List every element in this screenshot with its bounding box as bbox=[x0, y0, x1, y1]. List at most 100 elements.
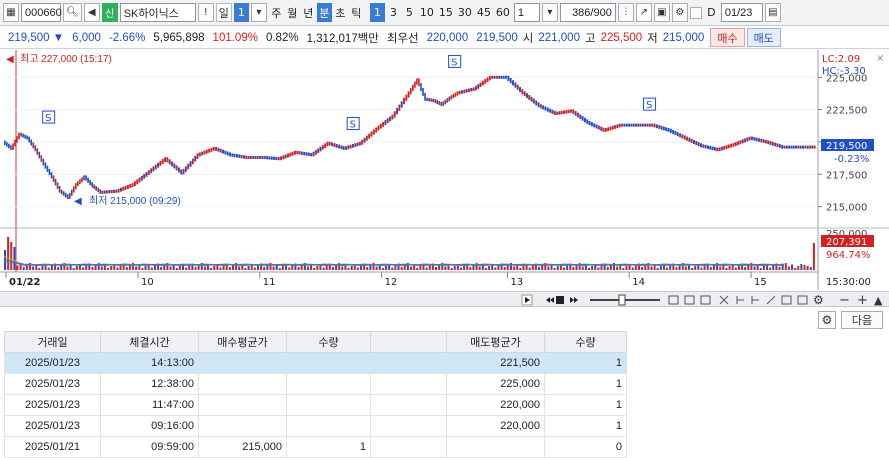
candle bbox=[284, 154, 287, 159]
calendar-icon[interactable]: ▤ bbox=[764, 3, 781, 22]
day-num-button[interactable]: 1 bbox=[233, 3, 249, 22]
cursor2-icon[interactable] bbox=[751, 296, 759, 304]
zoom-out-icon[interactable]: − bbox=[839, 293, 850, 308]
search-icon[interactable]: 🔍︎ bbox=[63, 3, 82, 22]
period-tab-1[interactable]: 월 bbox=[285, 3, 300, 22]
price-chart[interactable]: S S S S 최고 227,000 (15:17) ◀ 최저 215,000 (09… bbox=[0, 50, 889, 290]
column-header[interactable]: 거래일 bbox=[4, 331, 101, 353]
column-header[interactable]: 매도평균가 bbox=[446, 331, 545, 353]
speaker-icon[interactable]: ◀︎ bbox=[83, 3, 100, 22]
candle bbox=[372, 129, 375, 135]
candle bbox=[201, 151, 204, 156]
candle bbox=[484, 79, 487, 84]
table-row[interactable]: 2025/01/23 11:47:00 220,000 1 bbox=[4, 394, 627, 416]
candle bbox=[210, 147, 213, 152]
volume-bar bbox=[32, 266, 35, 270]
next-button[interactable]: 다음 bbox=[841, 311, 883, 329]
candle bbox=[514, 82, 517, 88]
period-tab-4[interactable]: 초 bbox=[333, 3, 348, 22]
chevron-down-icon[interactable]: ▾ bbox=[541, 3, 558, 22]
cross-icon[interactable] bbox=[719, 295, 729, 305]
period-tab-5[interactable]: 틱 bbox=[349, 3, 364, 22]
candle bbox=[154, 164, 157, 170]
stop-icon[interactable] bbox=[556, 296, 564, 304]
candle bbox=[498, 75, 501, 79]
stock-name-field[interactable]: SK하이닉스 bbox=[119, 3, 196, 22]
line-tool-icon[interactable]: ↗ bbox=[635, 3, 652, 22]
candle bbox=[28, 136, 30, 143]
period-tab-2[interactable]: 년 bbox=[301, 3, 316, 22]
grid-icon[interactable]: ▦ bbox=[3, 3, 19, 22]
print-icon[interactable] bbox=[797, 295, 808, 305]
zoom-slider-thumb[interactable] bbox=[618, 294, 626, 306]
zoom-in-icon[interactable]: + bbox=[857, 293, 868, 308]
best-buy: 219,500 bbox=[476, 31, 518, 44]
table-icon[interactable] bbox=[684, 295, 695, 305]
x-tick-label: 14 bbox=[632, 277, 645, 288]
date-input[interactable]: 01/23 bbox=[720, 3, 763, 22]
d-checkbox[interactable] bbox=[689, 6, 702, 19]
candle bbox=[131, 183, 134, 188]
period-tab-3[interactable]: 분 bbox=[316, 3, 332, 22]
rewind-icon[interactable] bbox=[546, 297, 554, 303]
interval-tab-7[interactable]: 60 bbox=[494, 3, 512, 22]
table-cell bbox=[446, 436, 545, 458]
candle bbox=[254, 155, 257, 159]
interval-tab-5[interactable]: 30 bbox=[456, 3, 474, 22]
column-header[interactable]: 체결시간 bbox=[100, 331, 199, 353]
volume-bar bbox=[519, 268, 522, 270]
layout-icon[interactable] bbox=[668, 295, 679, 305]
x-tick-label: 12 bbox=[385, 277, 398, 288]
candle bbox=[32, 142, 35, 149]
chevron-down-icon[interactable]: ▾ bbox=[250, 3, 267, 22]
forward-icon[interactable] bbox=[570, 297, 578, 303]
table-cell: 09:59:00 bbox=[100, 436, 199, 458]
table-row[interactable]: 2025/01/23 12:38:00 225,000 1 bbox=[4, 373, 627, 395]
interval-tab-6[interactable]: 45 bbox=[475, 3, 493, 22]
interval-tab-2[interactable]: 5 bbox=[402, 3, 417, 22]
interval-tab-3[interactable]: 10 bbox=[418, 3, 436, 22]
column-header[interactable]: 수량 bbox=[286, 331, 371, 353]
volume-bar bbox=[16, 265, 19, 270]
split-icon[interactable] bbox=[700, 295, 711, 305]
sell-button[interactable]: 매도 bbox=[746, 28, 781, 47]
volume-bar bbox=[213, 266, 216, 270]
box-icon[interactable] bbox=[781, 295, 792, 305]
stock-code-input[interactable]: 000660 bbox=[21, 3, 62, 22]
interval-tab-1[interactable]: 3 bbox=[386, 3, 401, 22]
cursor-icon[interactable] bbox=[736, 296, 744, 304]
interval-tab-0[interactable]: 1 bbox=[369, 3, 385, 22]
settings-icon[interactable]: ⚙ bbox=[813, 293, 824, 307]
close-chart-icon[interactable]: × bbox=[876, 53, 884, 64]
candle bbox=[512, 80, 514, 86]
direction-icon[interactable]: ▲ bbox=[874, 294, 883, 307]
column-header[interactable]: 수량 bbox=[544, 331, 627, 353]
volume-bar bbox=[57, 267, 60, 270]
buy-button[interactable]: 매수 bbox=[710, 28, 745, 47]
count-input[interactable]: 1 bbox=[513, 3, 540, 22]
candle bbox=[646, 123, 649, 127]
alert-button[interactable]: ! bbox=[197, 3, 214, 22]
column-header[interactable]: 매수평균가 bbox=[198, 331, 287, 353]
candle-icon[interactable]: ⫶ bbox=[617, 3, 634, 22]
column-header[interactable] bbox=[370, 331, 447, 353]
interval-tab-4[interactable]: 15 bbox=[437, 3, 455, 22]
period-tab-0[interactable]: 주 bbox=[269, 3, 284, 22]
candle bbox=[720, 146, 723, 151]
settings-button[interactable]: ⚙ bbox=[818, 311, 836, 329]
candle bbox=[312, 151, 315, 157]
save-icon[interactable]: ▣ bbox=[653, 3, 670, 22]
table-row[interactable]: 2025/01/23 09:16:00 220,000 1 bbox=[4, 415, 627, 437]
volume-bar bbox=[675, 267, 678, 270]
gear-icon[interactable]: ⚙ bbox=[671, 3, 688, 22]
volume-bar bbox=[791, 264, 794, 270]
candle bbox=[597, 125, 600, 130]
day-button[interactable]: 일 bbox=[215, 3, 232, 22]
volume-bar bbox=[306, 266, 309, 270]
trend-icon[interactable] bbox=[766, 295, 776, 305]
table-row[interactable]: 2025/01/23 14:13:00 221,500 1 bbox=[4, 352, 627, 374]
candle bbox=[790, 145, 793, 149]
volume-bar bbox=[494, 267, 497, 270]
table-row[interactable]: 2025/01/21 09:59:00 215,000 1 0 bbox=[4, 436, 627, 458]
candle bbox=[500, 75, 503, 79]
